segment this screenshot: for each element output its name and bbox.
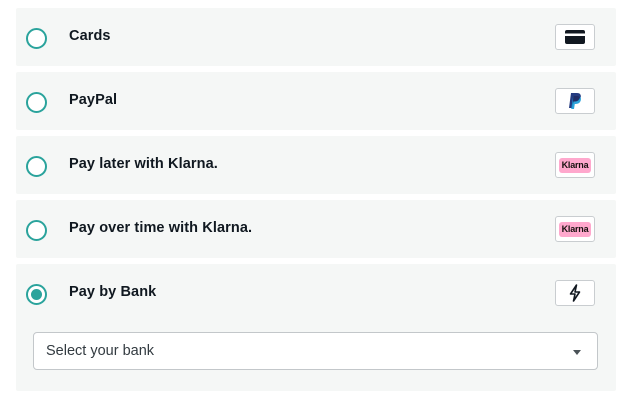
chevron-down-icon [573,350,581,355]
payment-option-paypal[interactable]: PayPal [16,72,616,130]
credit-card-icon [555,24,595,50]
pay-by-bank-radio[interactable] [26,284,47,305]
payment-option-klarna-over-time[interactable]: Pay over time with Klarna. Klarna [16,200,616,258]
klarna-later-radio[interactable] [26,156,47,177]
payment-option-label: Pay later with Klarna. [69,156,218,172]
bank-select[interactable]: Select your bank [33,332,598,370]
payment-method-list: Cards PayPal Pay later with Klarna. Klar… [16,8,616,391]
payment-option-cards[interactable]: Cards [16,8,616,66]
paypal-icon [555,88,595,114]
payment-option-pay-by-bank[interactable]: Pay by Bank Select your bank [16,264,616,391]
klarna-logo-text: Klarna [559,157,591,173]
cards-radio[interactable] [26,28,47,49]
payment-option-label: Pay over time with Klarna. [69,220,253,236]
bank-select-placeholder: Select your bank [46,343,155,359]
payment-option-label: Cards [69,28,111,44]
paypal-radio[interactable] [26,92,47,113]
klarna-logo-text: Klarna [559,221,591,237]
klarna-logo-icon: Klarna [555,216,595,242]
payment-option-label: Pay by Bank [69,284,157,300]
klarna-over-time-radio[interactable] [26,220,47,241]
payment-option-label: PayPal [69,92,118,108]
klarna-logo-icon: Klarna [555,152,595,178]
lightning-bolt-icon [555,280,595,306]
payment-option-klarna-later[interactable]: Pay later with Klarna. Klarna [16,136,616,194]
